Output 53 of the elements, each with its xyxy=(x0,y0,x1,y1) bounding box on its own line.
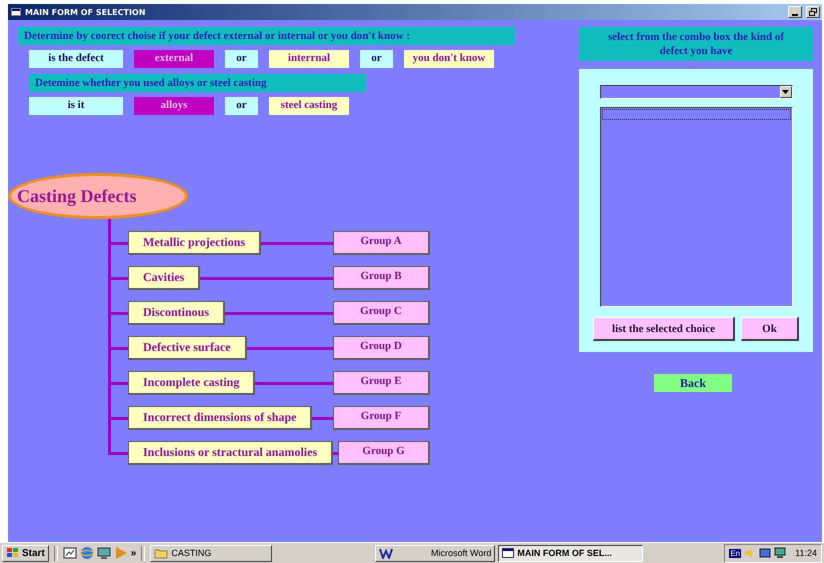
taskbar-button[interactable]: CASTING xyxy=(150,544,272,562)
group-box[interactable]: Group A xyxy=(333,231,430,255)
action-button[interactable]: list the selected choice xyxy=(593,317,735,341)
taskbar-button[interactable]: MAIN FORM OF SEL... xyxy=(498,544,644,562)
form-icon xyxy=(502,548,514,558)
question-label: or xyxy=(225,97,258,115)
start-button[interactable]: Start xyxy=(2,544,49,562)
question-heading: Detemine whether you used alloys or steel casting xyxy=(29,74,366,92)
question-label: is the defect xyxy=(29,50,123,68)
defect-box[interactable]: Defective surface xyxy=(128,336,247,360)
document-icon xyxy=(379,547,396,559)
minimize-icon xyxy=(792,14,798,16)
question-label: or xyxy=(225,50,258,68)
folder-icon xyxy=(154,547,168,559)
action-button[interactable]: Ok xyxy=(741,317,799,341)
question-label: is it xyxy=(29,97,123,115)
form-icon xyxy=(11,8,21,16)
restore-button[interactable] xyxy=(806,6,820,18)
back-button[interactable]: Back xyxy=(654,374,732,392)
monitor-icon[interactable] xyxy=(774,547,786,559)
option-button[interactable]: external xyxy=(134,50,214,68)
defect-box[interactable]: Metallic projections xyxy=(128,231,262,255)
minimize-button[interactable] xyxy=(788,6,802,18)
root-ellipse: Casting Defects xyxy=(8,173,188,219)
defect-box[interactable]: Incorrect dimensions of shape xyxy=(128,406,312,430)
taskbar-button[interactable]: Microsoft Word xyxy=(375,544,496,562)
question-heading: Determine by coorect choise if your defect external or internal or you don't know : xyxy=(18,27,515,45)
combo-box[interactable] xyxy=(600,85,792,99)
more-chevron[interactable]: » xyxy=(130,548,136,558)
restore-icon xyxy=(809,8,817,16)
group-box[interactable]: Group F xyxy=(333,406,430,430)
caret-icon xyxy=(782,90,789,94)
group-box[interactable]: Group G xyxy=(338,441,430,465)
defect-box[interactable]: Discontinous xyxy=(128,301,226,325)
group-box[interactable]: Group C xyxy=(333,301,430,325)
option-button[interactable]: steel casting xyxy=(269,97,349,115)
group-box[interactable]: Group B xyxy=(333,266,430,290)
windows-logo-icon xyxy=(6,547,20,559)
group-box[interactable]: Group D xyxy=(333,336,430,360)
defect-box[interactable]: Inclusions or stractural anamolies xyxy=(128,441,334,465)
defect-box[interactable]: Incomplete casting xyxy=(128,371,256,395)
dropdown-button[interactable] xyxy=(780,86,792,98)
selector-heading: select from the combo box the kind of defect you have xyxy=(579,27,813,61)
option-button[interactable]: alloys xyxy=(134,97,214,115)
group-box[interactable]: Group E xyxy=(333,371,430,395)
monitor-icon[interactable] xyxy=(96,546,111,560)
option-button[interactable]: interrnal xyxy=(269,50,349,68)
defect-box[interactable]: Cavities xyxy=(128,266,200,290)
clock: 11:24 xyxy=(795,548,817,558)
option-button[interactable]: you don't know xyxy=(404,50,494,68)
language-indicator[interactable]: En xyxy=(729,548,742,558)
window-title: MAIN FORM OF SELECTION xyxy=(25,8,146,16)
question-label: or xyxy=(360,50,393,68)
